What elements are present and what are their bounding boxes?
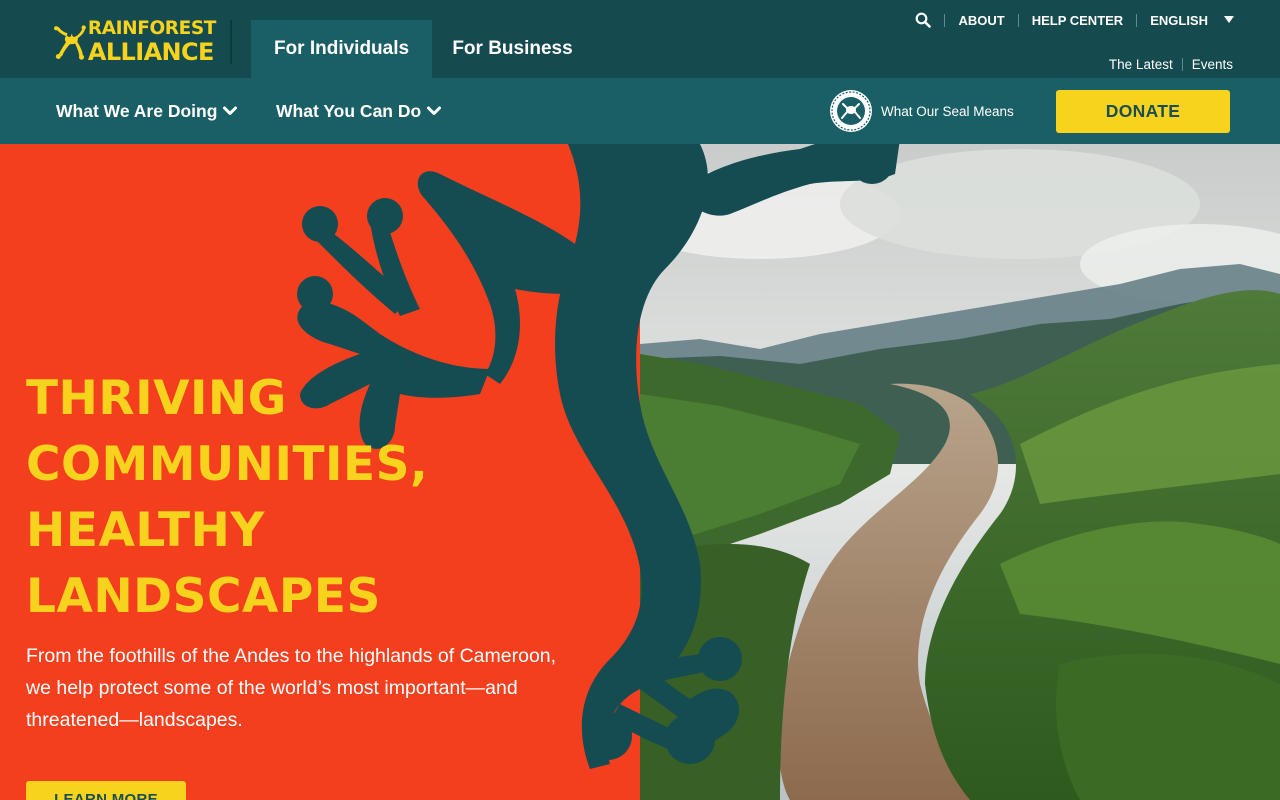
seal-link-label: What Our Seal Means <box>881 103 1014 119</box>
utility-separator <box>1136 13 1138 27</box>
hero-heading-line: HEALTHY <box>26 503 265 558</box>
hero-section: THRIVING COMMUNITIES, HEALTHY LANDSCAPES… <box>0 144 1280 800</box>
certification-seal-icon <box>830 90 872 132</box>
secondary-separator <box>1181 58 1183 71</box>
logo-wordmark: RAINFOREST ALLIANCE <box>87 18 217 66</box>
seal-link[interactable]: What Our Seal Means <box>829 89 1014 133</box>
frog-logo-icon <box>54 25 86 60</box>
the-latest-link[interactable]: The Latest <box>1109 57 1173 72</box>
about-link[interactable]: ABOUT <box>958 13 1004 28</box>
rainforest-alliance-logo[interactable]: RAINFOREST ALLIANCE <box>54 16 216 68</box>
hero-description: From the foothills of the Andes to the h… <box>26 645 557 731</box>
learn-more-button[interactable]: LEARN MORE <box>26 781 186 800</box>
secondary-nav: The Latest Events <box>1109 57 1233 72</box>
donate-button[interactable]: DONATE <box>1056 90 1230 133</box>
nav-item-label: What We Are Doing <box>56 100 218 121</box>
nav-what-we-are-doing[interactable]: What We Are Doing <box>56 78 238 144</box>
utility-separator <box>944 13 946 27</box>
chevron-down-icon <box>427 106 442 115</box>
tab-for-individuals[interactable]: For Individuals <box>251 20 432 78</box>
help-center-link[interactable]: HELP CENTER <box>1032 13 1124 28</box>
top-header: RAINFOREST ALLIANCE For Individuals For … <box>0 0 1280 78</box>
tab-for-business[interactable]: For Business <box>440 20 585 78</box>
nav-what-you-can-do[interactable]: What You Can Do <box>276 78 442 144</box>
events-link[interactable]: Events <box>1192 57 1233 72</box>
search-icon[interactable] <box>915 12 932 28</box>
caret-down-icon[interactable] <box>1224 16 1234 24</box>
main-nav: What We Are Doing What You Can Do What O… <box>0 78 1280 144</box>
language-select[interactable]: ENGLISH <box>1150 13 1208 28</box>
hero-heading-line: COMMUNITIES, <box>26 437 429 492</box>
utility-separator <box>1017 13 1019 27</box>
logo-line1: RAINFOREST <box>87 18 217 40</box>
hero-heading-line: LANDSCAPES <box>26 569 381 624</box>
river-valley-photo <box>640 144 1280 800</box>
logo-divider <box>230 20 232 64</box>
logo-line2: ALLIANCE <box>87 37 215 66</box>
hero-heading-line: THRIVING <box>26 371 287 426</box>
utility-nav: ABOUT HELP CENTER ENGLISH <box>915 10 1234 30</box>
hero-heading: THRIVING COMMUNITIES, HEALTHY LANDSCAPES <box>26 366 546 630</box>
chevron-down-icon <box>223 106 238 115</box>
nav-item-label: What You Can Do <box>276 100 422 121</box>
